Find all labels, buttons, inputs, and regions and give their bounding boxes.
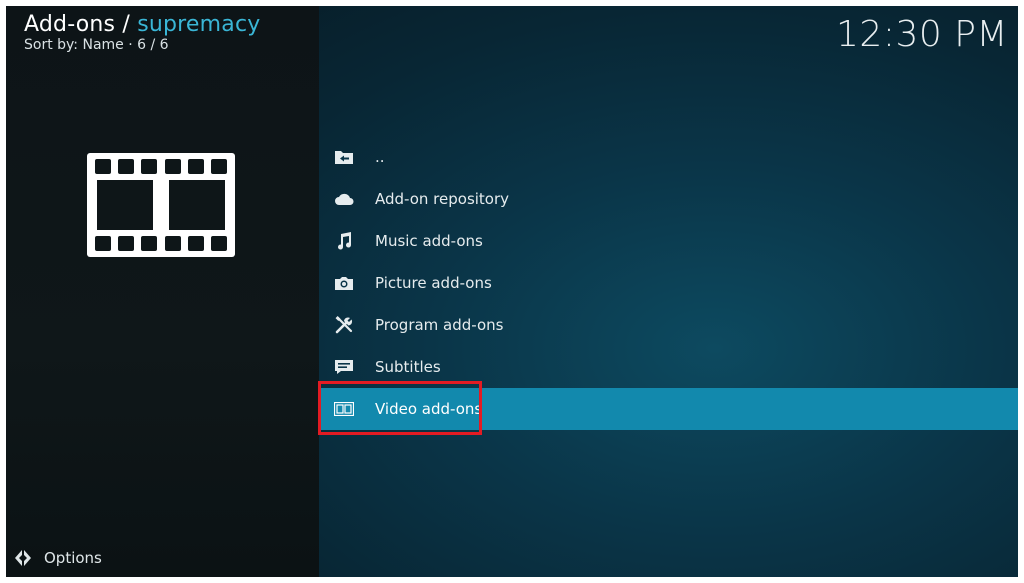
list-item-label: Add-on repository xyxy=(375,190,510,208)
tools-icon xyxy=(333,316,355,334)
clock: 12:30 PM xyxy=(836,14,1008,55)
film-strip-icon xyxy=(87,153,235,257)
music-note-icon xyxy=(333,232,355,250)
camera-icon xyxy=(333,274,355,292)
folder-back-icon xyxy=(333,148,355,166)
left-panel: Add-ons / supremacy Sort by: Name · 6 / … xyxy=(6,6,319,577)
options-arrows-icon xyxy=(15,550,31,566)
annotation-highlight-box xyxy=(318,381,482,435)
list-item-label: Picture add-ons xyxy=(375,274,492,292)
options-label: Options xyxy=(44,549,102,567)
list-item-parent[interactable]: .. xyxy=(319,136,1018,178)
cloud-icon xyxy=(333,190,355,208)
list-item-label: .. xyxy=(375,148,385,166)
sort-info: Sort by: Name · 6 / 6 xyxy=(24,37,169,53)
list-item-music-addons[interactable]: Music add-ons xyxy=(319,220,1018,262)
list-item-addon-repository[interactable]: Add-on repository xyxy=(319,178,1018,220)
breadcrumb-prefix: Add-ons / xyxy=(24,12,138,37)
list-item-program-addons[interactable]: Program add-ons xyxy=(319,304,1018,346)
list-item-label: Music add-ons xyxy=(375,232,483,250)
list-item-label: Program add-ons xyxy=(375,316,504,334)
kodi-screen: Add-ons / supremacy Sort by: Name · 6 / … xyxy=(6,6,1018,577)
subtitles-icon xyxy=(333,358,355,376)
options-button[interactable]: Options xyxy=(14,549,102,567)
page-title: Add-ons / supremacy xyxy=(24,12,261,38)
breadcrumb-current: supremacy xyxy=(137,12,261,37)
list-item-picture-addons[interactable]: Picture add-ons xyxy=(319,262,1018,304)
list-item-label: Subtitles xyxy=(375,358,441,376)
